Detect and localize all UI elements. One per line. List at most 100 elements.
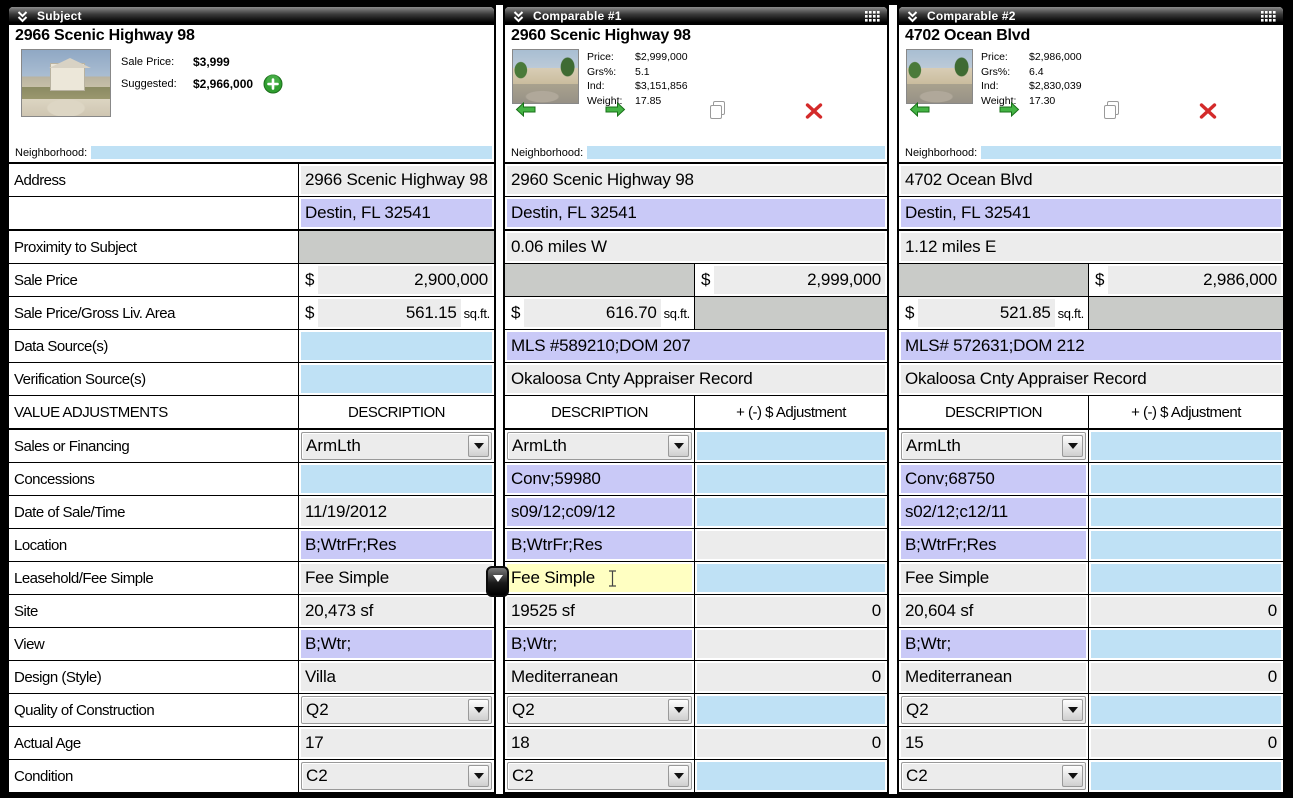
design-field[interactable]: Mediterranean — [507, 663, 692, 691]
actual-age-field[interactable]: 17 — [301, 729, 492, 757]
adjustment-input[interactable] — [1091, 432, 1281, 460]
adjustment-input[interactable] — [697, 432, 885, 460]
adjustment-input[interactable] — [1091, 465, 1281, 493]
date-of-sale-field[interactable]: 11/19/2012 — [301, 498, 492, 526]
collapse-icon[interactable] — [512, 10, 525, 23]
verification-source-input[interactable] — [301, 365, 492, 393]
grid-handle-icon[interactable] — [1261, 11, 1276, 22]
dropdown-arrow-icon[interactable] — [1062, 699, 1083, 721]
view-field[interactable]: B;Wtr; — [901, 630, 1086, 658]
sale-price-field[interactable]: 2,900,000 — [318, 266, 492, 294]
data-source-field[interactable]: MLS #589210;DOM 207 — [507, 332, 885, 360]
address-line2-field[interactable]: Destin, FL 32541 — [901, 199, 1281, 227]
neighborhood-input[interactable] — [587, 146, 885, 159]
current-row-marker[interactable] — [486, 566, 509, 597]
adjustment-input[interactable] — [1091, 498, 1281, 526]
concessions-field[interactable]: Conv;68750 — [901, 465, 1086, 493]
price-gla-field[interactable]: 521.85 — [918, 299, 1054, 327]
leasehold-field[interactable]: Fee Simple — [901, 564, 1086, 592]
collapse-icon[interactable] — [16, 10, 29, 23]
condition-dropdown[interactable]: C2 — [901, 762, 1086, 790]
leasehold-field[interactable]: Fee Simple — [301, 564, 492, 592]
sales-financing-dropdown[interactable]: ArmLth — [507, 432, 692, 460]
address-line1-field[interactable]: 2960 Scenic Highway 98 — [507, 166, 885, 194]
dropdown-arrow-icon[interactable] — [468, 699, 489, 721]
dropdown-arrow-icon[interactable] — [468, 765, 489, 787]
sales-financing-dropdown[interactable]: ArmLth — [901, 432, 1086, 460]
add-suggested-button[interactable] — [263, 74, 283, 94]
actual-age-field[interactable]: 15 — [901, 729, 1086, 757]
prev-comp-button[interactable] — [515, 102, 536, 117]
adjustment-input[interactable] — [697, 762, 885, 790]
condition-dropdown[interactable]: C2 — [301, 762, 492, 790]
dropdown-arrow-icon[interactable] — [668, 699, 689, 721]
leasehold-field-focused[interactable]: Fee Simple — [507, 564, 692, 592]
quality-dropdown[interactable]: Q2 — [507, 696, 692, 724]
verification-source-field[interactable]: Okaloosa Cnty Appraiser Record — [507, 365, 885, 393]
design-field[interactable]: Villa — [301, 663, 492, 691]
adjustment-input[interactable] — [697, 564, 885, 592]
proximity-field[interactable]: 0.06 miles W — [507, 233, 885, 261]
grid-handle-icon[interactable] — [865, 11, 880, 22]
location-field[interactable]: B;WtrFr;Res — [301, 531, 492, 559]
proximity-field[interactable]: 1.12 miles E — [901, 233, 1281, 261]
adjustment-input[interactable] — [1091, 762, 1281, 790]
comp2-photo-thumbnail[interactable] — [906, 49, 973, 104]
dropdown-arrow-icon[interactable] — [668, 765, 689, 787]
dropdown-arrow-icon[interactable] — [1062, 765, 1083, 787]
dropdown-arrow-icon[interactable] — [1062, 435, 1083, 457]
adjustment-input[interactable]: 0 — [697, 729, 885, 757]
data-source-field[interactable]: MLS# 572631;DOM 212 — [901, 332, 1281, 360]
sale-price-field[interactable]: 2,986,000 — [1108, 266, 1281, 294]
dropdown-arrow-icon[interactable] — [468, 435, 489, 457]
neighborhood-input[interactable] — [91, 146, 492, 159]
location-field[interactable]: B;WtrFr;Res — [507, 531, 692, 559]
comp1-photo-thumbnail[interactable] — [512, 49, 579, 104]
quality-dropdown[interactable]: Q2 — [901, 696, 1086, 724]
date-of-sale-field[interactable]: s02/12;c12/11 — [901, 498, 1086, 526]
site-field[interactable]: 20,604 sf — [901, 597, 1086, 625]
concessions-field[interactable]: Conv;59980 — [507, 465, 692, 493]
adjustment-input[interactable]: 0 — [1091, 597, 1281, 625]
design-field[interactable]: Mediterranean — [901, 663, 1086, 691]
adjustment-input[interactable] — [697, 498, 885, 526]
adjustment-input[interactable]: 0 — [1091, 729, 1281, 757]
sale-price-field[interactable]: 2,999,000 — [714, 266, 885, 294]
quality-dropdown[interactable]: Q2 — [301, 696, 492, 724]
adjustment-input[interactable]: 0 — [697, 597, 885, 625]
price-gla-field[interactable]: 616.70 — [524, 299, 660, 327]
address-line2-field[interactable]: Destin, FL 32541 — [507, 199, 885, 227]
view-field[interactable]: B;Wtr; — [301, 630, 492, 658]
adjustment-input[interactable]: 0 — [697, 663, 885, 691]
site-field[interactable]: 19525 sf — [507, 597, 692, 625]
site-field[interactable]: 20,473 sf — [301, 597, 492, 625]
adjustment-input[interactable]: 0 — [1091, 663, 1281, 691]
location-field[interactable]: B;WtrFr;Res — [901, 531, 1086, 559]
next-comp-button[interactable] — [605, 102, 626, 117]
adjustment-input[interactable] — [1091, 531, 1281, 559]
address-line1-field[interactable]: 4702 Ocean Blvd — [901, 166, 1281, 194]
price-gla-field[interactable]: 561.15 — [318, 299, 460, 327]
delete-comp-button[interactable] — [805, 103, 823, 119]
address-line1-field[interactable]: 2966 Scenic Highway 98 — [301, 166, 492, 194]
adjustment-input[interactable] — [1091, 696, 1281, 724]
adjustment-input[interactable] — [1091, 630, 1281, 658]
delete-comp-button[interactable] — [1199, 103, 1217, 119]
adjustment-input[interactable] — [697, 630, 885, 658]
adjustment-input[interactable] — [697, 465, 885, 493]
prev-comp-button[interactable] — [909, 102, 930, 117]
concessions-input[interactable] — [301, 465, 492, 493]
copy-comp-button[interactable] — [708, 100, 727, 120]
date-of-sale-field[interactable]: s09/12;c09/12 — [507, 498, 692, 526]
adjustment-input[interactable] — [697, 696, 885, 724]
view-field[interactable]: B;Wtr; — [507, 630, 692, 658]
neighborhood-input[interactable] — [981, 146, 1281, 159]
collapse-icon[interactable] — [906, 10, 919, 23]
address-line2-field[interactable]: Destin, FL 32541 — [301, 199, 492, 227]
data-source-input[interactable] — [301, 332, 492, 360]
adjustment-input[interactable] — [1091, 564, 1281, 592]
verification-source-field[interactable]: Okaloosa Cnty Appraiser Record — [901, 365, 1281, 393]
dropdown-arrow-icon[interactable] — [668, 435, 689, 457]
condition-dropdown[interactable]: C2 — [507, 762, 692, 790]
copy-comp-button[interactable] — [1102, 100, 1121, 120]
